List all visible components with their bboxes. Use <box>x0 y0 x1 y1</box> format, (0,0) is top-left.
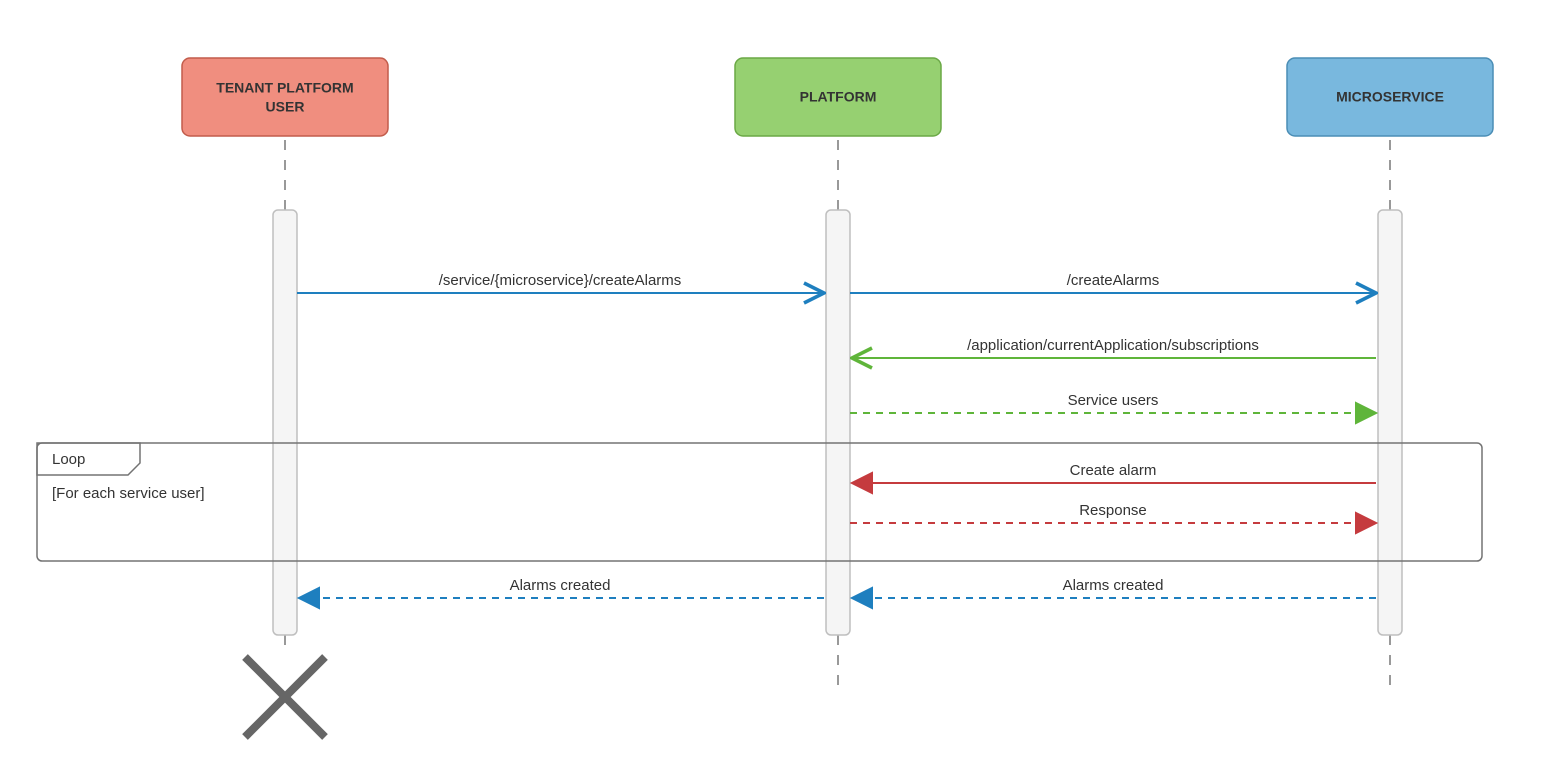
actor-microservice-label: MICROSERVICE <box>1336 89 1444 105</box>
svg-text:Service users: Service users <box>1068 392 1159 409</box>
actor-tenant-user-label-1: TENANT PLATFORM <box>216 80 353 96</box>
msg-subscriptions-request: /application/currentApplication/subscrip… <box>852 337 1376 358</box>
svg-text:Alarms created: Alarms created <box>1063 577 1164 594</box>
msg-create-alarms-request: /service/{microservice}/createAlarms <box>297 272 824 293</box>
msg-alarms-created-1: Alarms created <box>852 577 1376 598</box>
actor-tenant-user: TENANT PLATFORM USER <box>182 58 388 136</box>
sequence-diagram: TENANT PLATFORM USER PLATFORM MICROSERVI… <box>0 0 1541 780</box>
activation-microservice <box>1378 210 1402 635</box>
actor-microservice: MICROSERVICE <box>1287 58 1493 136</box>
activation-platform <box>826 210 850 635</box>
loop-guard: [For each service user] <box>52 485 205 502</box>
loop-title: Loop <box>52 451 85 468</box>
actor-tenant-user-label-2: USER <box>266 99 305 115</box>
activation-tenant-user <box>273 210 297 635</box>
msg-alarms-created-2: Alarms created <box>299 577 824 598</box>
svg-text:Create alarm: Create alarm <box>1070 462 1157 479</box>
msg-create-alarm-response: Response <box>850 502 1376 523</box>
msg-create-alarms-forward: /createAlarms <box>850 272 1376 293</box>
msg-service-users-response: Service users <box>850 392 1376 413</box>
destroy-icon <box>245 657 325 737</box>
actor-platform-label: PLATFORM <box>800 89 877 105</box>
svg-text:/service/{microservice}/create: /service/{microservice}/createAlarms <box>439 272 682 289</box>
actor-platform: PLATFORM <box>735 58 941 136</box>
svg-text:Alarms created: Alarms created <box>510 577 611 594</box>
msg-create-alarm: Create alarm <box>852 462 1376 483</box>
loop-fragment: Loop [For each service user] <box>37 443 1482 561</box>
svg-text:Response: Response <box>1079 502 1147 519</box>
svg-text:/createAlarms: /createAlarms <box>1067 272 1160 289</box>
svg-text:/application/currentApplicatio: /application/currentApplication/subscrip… <box>967 337 1259 354</box>
